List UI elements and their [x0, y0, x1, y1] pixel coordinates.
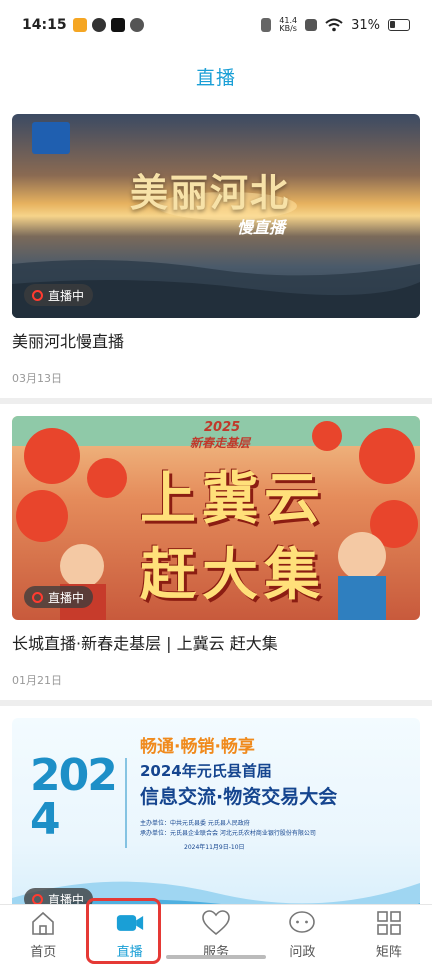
live-dot-icon [32, 591, 43, 603]
card-title[interactable]: 长城直播·新春走基层 | 上冀云 赶大集 [12, 620, 420, 658]
live-dot-icon [32, 893, 43, 904]
tiktok-icon [110, 18, 125, 32]
thumb-caption-tag: 新春走基层 [190, 436, 251, 450]
tab-label: 首页 [30, 945, 57, 960]
thumb-caption-year: 2025 [204, 420, 241, 435]
card-date: 01月21日 [12, 674, 62, 687]
thumb-headline1: 2024年元氏县首届 [140, 762, 272, 780]
app-icon [129, 18, 144, 32]
card-title[interactable]: 美丽河北慢直播 [12, 318, 420, 356]
status-time: 14:15 [22, 17, 67, 33]
thumb-caption-main: 美丽河北 [130, 170, 291, 215]
wifi-icon [325, 18, 343, 32]
page-title: 直播 [195, 66, 236, 89]
tab-home[interactable]: 首页 [0, 905, 86, 964]
chat-bubble-icon [288, 909, 316, 937]
home-icon [29, 909, 57, 937]
thumb-slogan: 畅通·畅销·畅享 [140, 737, 255, 757]
live-card[interactable]: 美丽河北 慢直播 直播中 美丽河北慢直播 03月13日 [0, 102, 432, 398]
live-status-badge: 直播中 [24, 586, 94, 608]
thumb-organizer: 承办单位：元氏县企业联合会 河北元氏农村商业银行股份有限公司 [140, 830, 316, 837]
live-card[interactable]: 2025 新春走基层 上冀云 赶大集 直播中 长城直播·新春走基层 | 上冀云 … [0, 404, 432, 700]
tab-live[interactable]: 直播 [86, 905, 172, 964]
tab-label: 矩阵 [375, 945, 402, 960]
tab-label: 问政 [289, 945, 316, 960]
video-camera-icon [116, 909, 144, 937]
top-header: 直播 [0, 50, 432, 102]
heart-icon [202, 909, 230, 937]
thumb-caption-sub: 慢直播 [237, 218, 286, 237]
tab-inquiry[interactable]: 问政 [259, 905, 345, 964]
status-bar: 14:15 41.4 KB/s 31% [0, 0, 432, 50]
bulb-icon [91, 18, 106, 32]
tab-label: 直播 [116, 945, 143, 960]
thumb-headline2: 信息交流·物资交易大会 [140, 786, 338, 808]
grid-icon [375, 909, 403, 937]
battery-percent: 31% [351, 17, 380, 33]
live-card[interactable]: 2024 畅通·畅销·畅享 2024年元氏县首届 信息交流·物资交易大会 主办单… [0, 706, 432, 904]
card-date: 03月13日 [12, 372, 62, 385]
thumb-caption-line1: 上冀云 [140, 467, 326, 532]
live-dot-icon [32, 289, 43, 301]
live-status-badge: 直播中 [24, 284, 94, 306]
live-status-badge: 直播中 [24, 888, 94, 904]
no-sim-icon [305, 19, 318, 31]
tab-matrix[interactable]: 矩阵 [346, 905, 432, 964]
live-thumbnail[interactable]: 美丽河北 慢直播 直播中 [12, 114, 420, 318]
net-speed: 41.4 KB/s [279, 16, 298, 33]
live-thumbnail[interactable]: 2025 新春走基层 上冀云 赶大集 直播中 [12, 416, 420, 620]
home-indicator[interactable] [166, 955, 266, 959]
vibrate-icon [261, 18, 272, 32]
weibo-icon [72, 18, 87, 32]
thumb-year: 2024 [30, 750, 118, 845]
live-thumbnail[interactable]: 2024 畅通·畅销·畅享 2024年元氏县首届 信息交流·物资交易大会 主办单… [12, 718, 420, 904]
battery-icon [388, 19, 410, 31]
thumb-date: 2024年11月9日-10日 [184, 844, 245, 851]
live-feed[interactable]: 美丽河北 慢直播 直播中 美丽河北慢直播 03月13日 2025 新春走基层 上… [0, 102, 432, 904]
thumb-caption-line2: 赶大集 [140, 543, 326, 608]
thumb-host: 主办单位：中共元氏县委 元氏县人民政府 [140, 820, 250, 827]
